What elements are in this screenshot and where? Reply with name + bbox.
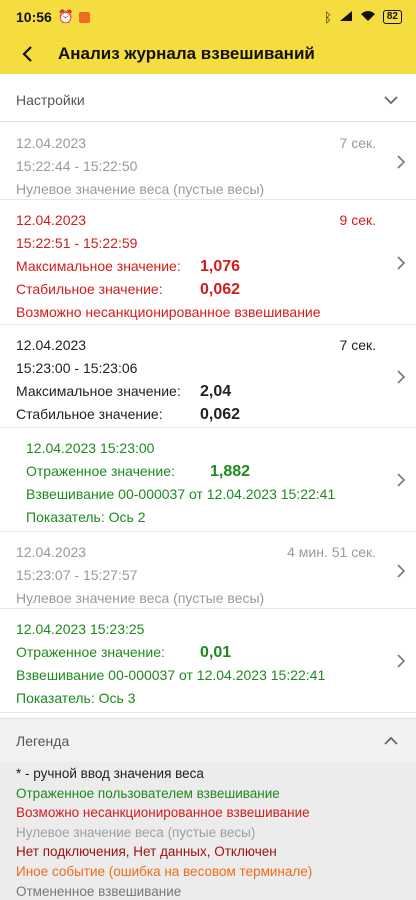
weighing-reference: Взвешивание 00-000037 от 12.04.2023 15:2… [26, 486, 336, 502]
battery-icon: 82 [382, 10, 402, 24]
entry-duration: 4 мин. 51 сек. [287, 544, 376, 560]
legend-label: Легенда [16, 732, 70, 749]
wifi-icon [360, 10, 376, 25]
chevron-right-icon[interactable] [396, 473, 406, 487]
app-bar: Анализ журнала взвешиваний [0, 34, 416, 74]
arrow-back-icon[interactable] [0, 34, 54, 74]
entry-duration: 7 сек. [339, 337, 376, 353]
entry-time-range: 15:22:44 - 15:22:50 [16, 158, 138, 174]
entry-date: 12.04.2023 [16, 544, 87, 560]
entry-time-range: 15:22:51 - 15:22:59 [16, 235, 138, 251]
entry-date: 12.04.2023 [16, 337, 87, 353]
journal-entry[interactable]: 12.04.2023 7 сек. 15:23:00 - 15:23:06 Мак… [0, 326, 416, 428]
chevron-down-icon[interactable] [382, 91, 400, 109]
max-value-label: Максимальное значение: [16, 258, 181, 274]
legend-item: Возможно несанкционированное взвешивание [16, 805, 310, 821]
entry-date: 12.04.2023 [16, 212, 87, 228]
entry-duration: 9 сек. [339, 212, 376, 228]
legend-list: * - ручной ввод значения веса Отраженное… [0, 762, 416, 900]
entry-datetime: 12.04.2023 15:23:00 [26, 440, 155, 456]
entry-note: Нулевое значение веса (пустые весы) [16, 590, 265, 606]
reflected-value: 0,01 [200, 644, 232, 661]
reflected-value-label: Отраженное значение: [16, 644, 165, 660]
status-bar: 10:56 ⏰ ᛒ 82 [0, 0, 416, 34]
legend-item: Отраженное пользователем взвешивание [16, 785, 280, 801]
stable-value: 0,062 [200, 406, 241, 423]
stable-value: 0,062 [200, 281, 241, 298]
indicator-label: Показатель: Ось 3 [16, 690, 136, 706]
entry-note: Нулевое значение веса (пустые весы) [16, 181, 265, 197]
stable-value-label: Стабильное значение: [16, 406, 163, 422]
page-title: Анализ журнала взвешиваний [58, 44, 315, 63]
legend-header[interactable]: Легенда [0, 718, 416, 762]
chevron-right-icon[interactable] [396, 654, 406, 668]
stable-value-label: Стабильное значение: [16, 281, 163, 297]
journal-entry[interactable]: 12.04.2023 7 сек. 15:22:44 - 15:22:50 Нул… [0, 124, 416, 200]
chevron-up-icon[interactable] [382, 732, 400, 750]
entry-time-range: 15:23:00 - 15:23:06 [16, 360, 138, 376]
reflected-weighing-entry[interactable]: 12.04.2023 15:23:00 Отраженное значение:… [0, 429, 416, 532]
indicator-label: Показатель: Ось 2 [26, 509, 146, 525]
chevron-right-icon[interactable] [396, 154, 406, 169]
max-value: 1,076 [200, 258, 241, 275]
entry-datetime: 12.04.2023 15:23:25 [16, 621, 145, 637]
legend-item: Отмененное взвешивание [16, 883, 182, 899]
entry-duration: 7 сек. [339, 135, 376, 151]
chevron-right-icon[interactable] [396, 563, 406, 578]
journal-entry[interactable]: 12.04.2023 4 мин. 51 сек. 15:23:07 - 15:2… [0, 533, 416, 609]
app-notification-icon [79, 11, 90, 23]
reflected-value: 1,882 [210, 463, 251, 480]
legend-item: Нет подключения, Нет данных, Отключен [16, 844, 277, 860]
status-time: 10:56 [16, 9, 52, 25]
chevron-right-icon[interactable] [396, 255, 406, 270]
settings-header[interactable]: Настройки [0, 78, 416, 122]
signal-icon [339, 10, 353, 25]
bluetooth-icon: ᛒ [324, 9, 332, 25]
legend-item: Иное событие (ошибка на весовом терминал… [16, 863, 313, 879]
settings-label: Настройки [16, 91, 85, 108]
entry-note: Возможно несанкционированное взвешивание [16, 304, 321, 320]
max-value: 2,04 [200, 383, 232, 400]
alarm-icon: ⏰ [57, 9, 74, 24]
weighing-reference: Взвешивание 00-000037 от 12.04.2023 15:2… [16, 667, 326, 683]
legend-item: Нулевое значение веса (пустые весы) [16, 824, 256, 840]
entry-time-range: 15:23:07 - 15:27:57 [16, 567, 138, 583]
legend-item: * - ручной ввод значения веса [16, 766, 204, 781]
journal-entry[interactable]: 12.04.2023 9 сек. 15:22:51 - 15:22:59 Мак… [0, 201, 416, 325]
chevron-right-icon[interactable] [396, 369, 406, 384]
entry-date: 12.04.2023 [16, 135, 87, 151]
reflected-value-label: Отраженное значение: [26, 463, 175, 479]
max-value-label: Максимальное значение: [16, 383, 181, 399]
reflected-weighing-entry[interactable]: 12.04.2023 15:23:25 Отраженное значение:… [0, 610, 416, 713]
